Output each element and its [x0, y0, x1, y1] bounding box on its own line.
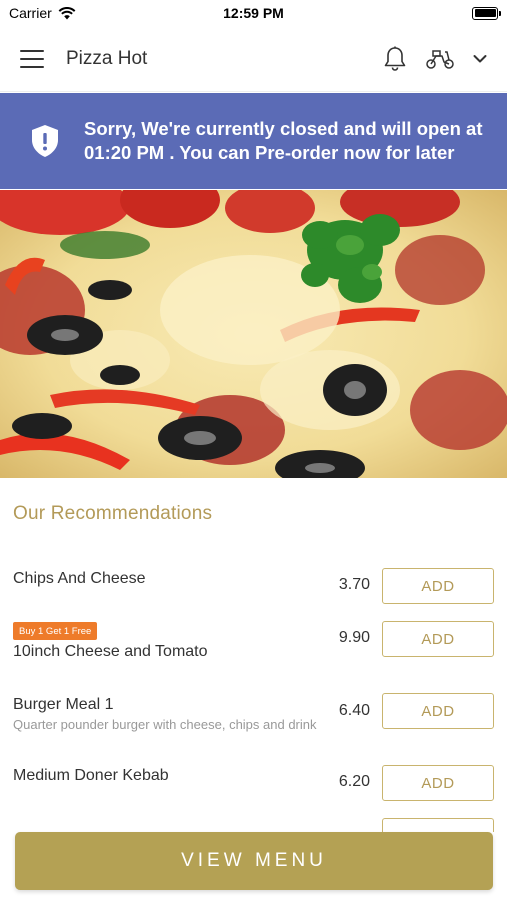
status-bar: Carrier 12:59 PM	[0, 0, 507, 26]
scooter-icon[interactable]	[425, 48, 455, 70]
item-price: 9.90	[338, 629, 370, 646]
status-time: 12:59 PM	[223, 5, 284, 21]
chevron-down-icon[interactable]	[473, 54, 487, 64]
item-name: 10inch Cheese and Tomato	[13, 643, 208, 660]
item-price: 6.20	[338, 773, 370, 790]
view-menu-button[interactable]: VIEW MENU	[15, 832, 493, 890]
item-price: 3.70	[338, 576, 370, 593]
item-name: Chips And Cheese	[13, 570, 146, 587]
nav-bar: Pizza Hot	[0, 26, 507, 92]
item-name: Medium Doner Kebab	[13, 767, 169, 784]
item-name: Burger Meal 1	[13, 696, 114, 713]
section-title-recommendations: Our Recommendations	[13, 503, 213, 524]
item-price: 6.40	[338, 702, 370, 719]
wifi-icon	[58, 6, 76, 19]
add-button-partial[interactable]	[382, 818, 494, 832]
pizza-illustration	[0, 190, 507, 478]
promo-badge: Buy 1 Get 1 Free	[13, 622, 98, 640]
add-button[interactable]: ADD	[382, 621, 494, 657]
closed-message: Sorry, We're currently closed and will o…	[84, 118, 483, 163]
closed-banner: Sorry, We're currently closed and will o…	[0, 93, 507, 189]
page-title: Pizza Hot	[66, 47, 148, 69]
hero-pizza-image	[0, 190, 507, 478]
carrier-label: Carrier	[9, 5, 52, 21]
battery-icon	[472, 6, 501, 20]
nav-actions	[383, 46, 487, 72]
shield-alert-icon	[32, 125, 58, 157]
add-button[interactable]: ADD	[382, 765, 494, 801]
item-description: Quarter pounder burger with cheese, chip…	[13, 717, 317, 732]
add-button[interactable]: ADD	[382, 568, 494, 604]
status-left: Carrier	[9, 5, 76, 21]
menu-icon[interactable]	[20, 49, 44, 68]
add-button[interactable]: ADD	[382, 693, 494, 729]
bell-icon[interactable]	[383, 46, 407, 72]
